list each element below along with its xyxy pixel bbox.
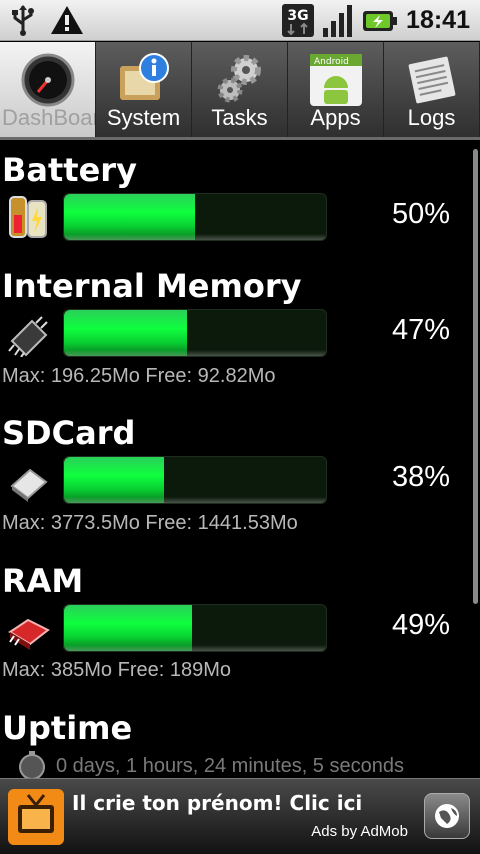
stopwatch-icon (19, 751, 45, 778)
3g-icon: 3G (282, 4, 315, 37)
internal-memory-percent: 47% (391, 314, 450, 346)
ad-banner[interactable]: Il crie ton prénom! Clic ici Ads by AdMo… (0, 778, 480, 854)
tab-label: Apps (310, 105, 361, 130)
tab-label: Tasks (211, 105, 268, 130)
scrollbar[interactable] (473, 149, 478, 604)
newspaper-icon (408, 56, 455, 104)
tab-system[interactable]: System (96, 42, 192, 137)
sdcard-percent: 38% (391, 461, 450, 493)
dashboard-content[interactable]: Battery 50% Internal Memory 47% Max: 196… (0, 143, 480, 778)
battery-bar (63, 193, 327, 241)
ram-percent: 49% (391, 609, 450, 641)
sdcard-icon (10, 468, 48, 502)
sdcard-bar (63, 456, 327, 504)
tab-logs[interactable]: Logs (384, 42, 480, 137)
android-icon: Android (309, 54, 362, 106)
ad-text[interactable]: Il crie ton prénom! Clic ici (72, 791, 362, 815)
usb-icon (12, 5, 34, 36)
uptime-title: Uptime (2, 709, 133, 747)
globe-button[interactable] (424, 793, 470, 839)
info-icon (119, 53, 169, 100)
tab-label: DashBoard (2, 105, 95, 130)
signal-icon (323, 5, 353, 37)
warning-icon (51, 6, 83, 34)
gauge-icon (21, 53, 74, 107)
battery-icon (9, 196, 47, 238)
tab-apps[interactable]: Android Apps (288, 42, 384, 137)
ram-title: RAM (2, 562, 84, 600)
ram-detail: Max: 385Mo Free: 189Mo (2, 659, 231, 681)
status-bar: 3G 18:41 (0, 0, 480, 41)
battery-percent: 50% (391, 198, 450, 230)
tv-icon (8, 789, 64, 845)
gears-icon (217, 55, 261, 103)
ram-icon (8, 618, 50, 650)
clock: 18:41 (406, 6, 470, 34)
battery-charging-icon (363, 10, 398, 31)
chip-icon (8, 316, 48, 357)
ram-bar (63, 604, 327, 652)
tab-bar: DashBoard System Tasks Android Apps (0, 42, 480, 140)
sdcard-title: SDCard (2, 414, 136, 452)
tab-tasks[interactable]: Tasks (192, 42, 288, 137)
tab-label: System (106, 105, 181, 130)
internal-memory-bar (63, 309, 327, 357)
android-badge: Android (314, 57, 349, 67)
globe-icon (435, 804, 459, 828)
sdcard-detail: Max: 3773.5Mo Free: 1441.53Mo (2, 512, 298, 534)
network-label: 3G (287, 8, 308, 24)
internal-memory-detail: Max: 196.25Mo Free: 92.82Mo (2, 365, 276, 387)
ad-attribution: Ads by AdMob (311, 823, 408, 840)
battery-title: Battery (2, 151, 137, 189)
internal-memory-title: Internal Memory (2, 267, 302, 305)
uptime-detail: 0 days, 1 hours, 24 minutes, 5 seconds (56, 755, 404, 777)
tab-dashboard[interactable]: DashBoard (0, 42, 96, 137)
tab-label: Logs (407, 105, 456, 130)
